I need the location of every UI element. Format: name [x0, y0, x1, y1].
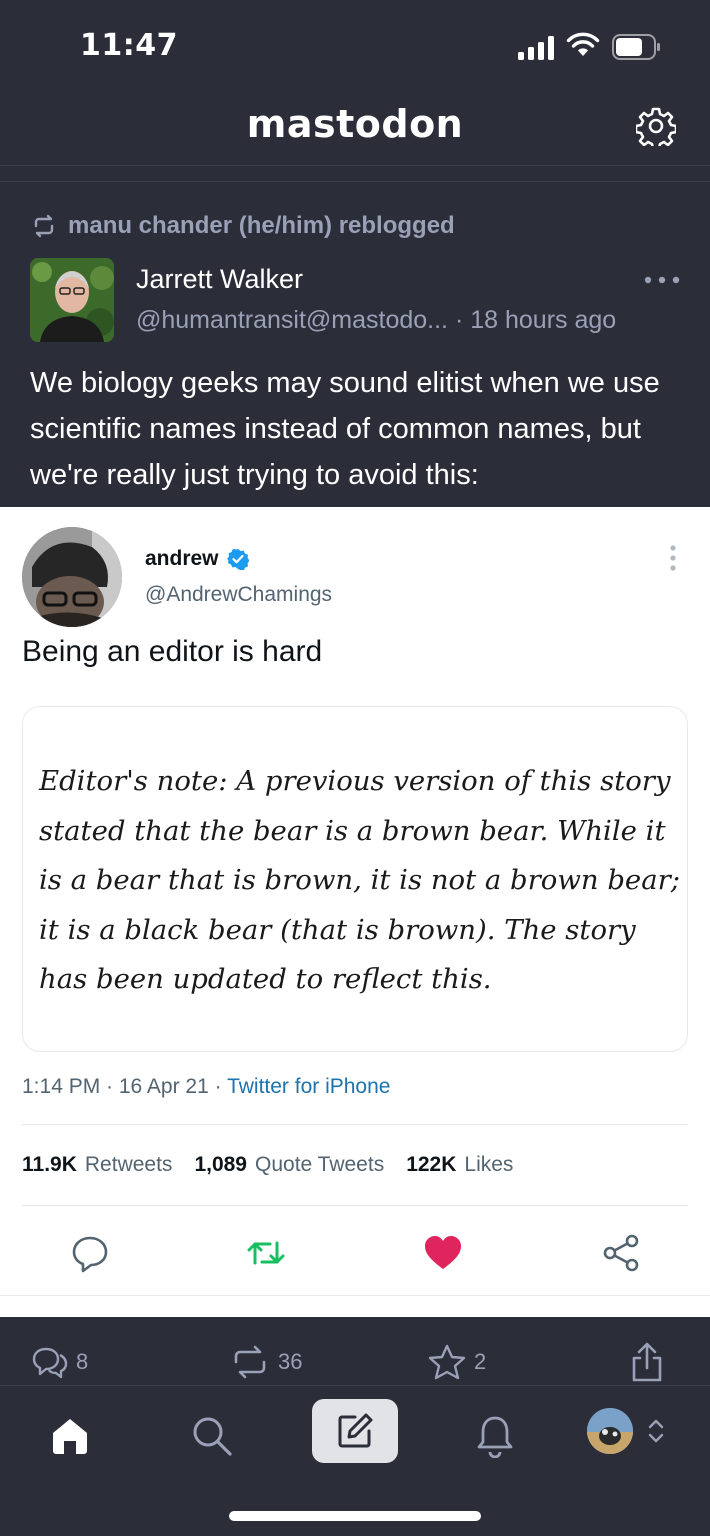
attached-image[interactable]: andrew @AndrewChamings Being an editor i…	[0, 507, 710, 1317]
battery-icon	[612, 34, 660, 60]
cellular-signal-icon	[518, 36, 554, 60]
retweets-stat: 11.9K Retweets	[22, 1153, 173, 1176]
compose-icon	[338, 1413, 373, 1448]
divider	[0, 1295, 710, 1296]
app-title: mastodon	[246, 102, 464, 146]
account-switch-chevron-icon[interactable]	[646, 1416, 666, 1446]
gear-icon[interactable]	[636, 106, 676, 146]
tweet-retweet-icon	[247, 1241, 285, 1265]
status-bar: 11:47	[0, 0, 710, 90]
reblog-icon	[234, 1345, 266, 1379]
tweet-like-icon	[425, 1236, 461, 1269]
tweet-author-name: andrew	[145, 547, 249, 571]
home-icon	[53, 1419, 87, 1454]
tweet-author-handle: @AndrewChamings	[145, 583, 333, 606]
tweet-reply-icon	[72, 1236, 108, 1273]
tweet-share-icon	[603, 1234, 639, 1272]
profile-avatar[interactable]	[587, 1408, 633, 1454]
search-icon	[193, 1417, 232, 1456]
favourite-count: 2	[474, 1349, 487, 1374]
share-button[interactable]	[630, 1340, 672, 1384]
header-divider	[0, 166, 710, 182]
tweet-text: Being an editor is hard	[22, 635, 323, 668]
tab-home[interactable]	[40, 1406, 100, 1466]
author-handle: @humantransit@mastodo...	[136, 306, 448, 334]
compose-button[interactable]	[312, 1399, 398, 1463]
reblog-count: 36	[278, 1349, 303, 1374]
likes-stat: 122K Likes	[406, 1153, 514, 1176]
reblog-icon	[34, 214, 54, 238]
reblog-button[interactable]: 36	[230, 1340, 302, 1384]
reply-icon	[32, 1347, 68, 1379]
bell-icon	[477, 1416, 513, 1458]
verified-badge-icon	[226, 549, 249, 570]
quoted-image-card: Editor's note: A previous version of thi…	[22, 706, 688, 1052]
app-header: mastodon	[0, 90, 710, 166]
tweet-author-avatar	[22, 527, 122, 627]
editors-note-text: Editor's note: A previous version of thi…	[39, 765, 680, 995]
divider	[22, 1205, 688, 1206]
quote-tweets-stat: 1,089 Quote Tweets	[194, 1153, 385, 1176]
tweet-stats: 11.9K Retweets 1,089 Quote Tweets 122K Like…	[22, 1153, 535, 1177]
reply-button[interactable]: 8	[32, 1340, 88, 1384]
tweet-time-date: 1:14 PM · 16 Apr 21 ·	[22, 1075, 228, 1098]
author-name[interactable]: Jarrett Walker	[136, 264, 303, 295]
divider	[22, 1124, 688, 1125]
toot-action-bar: 8 36 2	[0, 1340, 710, 1384]
author-avatar[interactable]	[30, 258, 114, 342]
tweet-author-name-text: andrew	[145, 547, 219, 570]
more-options-icon[interactable]	[642, 272, 682, 288]
star-icon	[428, 1344, 466, 1380]
tab-search[interactable]	[182, 1406, 242, 1466]
toot-timestamp: · 18 hours ago	[454, 306, 617, 334]
share-icon	[632, 1342, 662, 1382]
reply-count: 8	[76, 1349, 89, 1374]
tweet-meta: 1:14 PM · 16 Apr 21 · Twitter for iPhone	[22, 1075, 390, 1099]
tweet-source: Twitter for iPhone	[227, 1075, 391, 1098]
tab-bar	[0, 1385, 710, 1536]
tab-notifications[interactable]	[465, 1406, 525, 1466]
home-indicator	[229, 1511, 481, 1521]
reblog-indicator[interactable]: manu chander (he/him) reblogged	[30, 210, 455, 242]
status-time: 11:47	[80, 28, 178, 63]
reblog-text: manu chander (he/him) reblogged	[68, 212, 455, 239]
toot-content: We biology geeks may sound elitist when …	[30, 367, 660, 491]
author-handle-and-time[interactable]: @humantransit@mastodo... · 18 hours ago	[136, 306, 616, 335]
wifi-icon	[566, 32, 600, 56]
tweet-more-icon	[670, 545, 676, 571]
favourite-button[interactable]: 2	[428, 1340, 486, 1384]
